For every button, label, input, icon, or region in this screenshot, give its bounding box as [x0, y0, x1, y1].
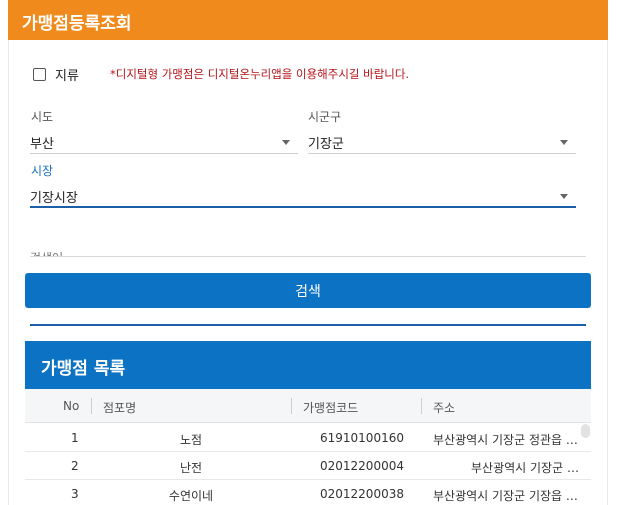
- paper-checkbox-label: 지류: [55, 68, 79, 84]
- page-title: 가맹점등록조회: [22, 14, 132, 34]
- cell-name: 수연이네: [168, 489, 214, 503]
- cell-name: 노점: [179, 433, 203, 447]
- col-name[interactable]: 점포명: [103, 399, 136, 416]
- paper-checkbox[interactable]: [33, 67, 46, 81]
- cell-no: 3: [71, 487, 79, 501]
- market-label: 시장: [31, 164, 54, 178]
- sido-label: 시도: [31, 110, 54, 124]
- store-list-title: 가맹점 목록: [41, 359, 126, 379]
- cell-code: 61910100160: [320, 431, 404, 445]
- col-divider: [291, 398, 292, 414]
- sido-select[interactable]: 부산: [30, 130, 298, 154]
- store-table: No 점포명 가맹점코드 주소 1 노점 61910100160 부산광역시 기…: [25, 389, 591, 505]
- digital-notice: *디지털형 가맹점은 디지털온누리앱을 이용해주시길 바랍니다.: [110, 67, 410, 81]
- search-button[interactable]: 검색: [25, 273, 591, 308]
- cell-name: 난전: [179, 461, 203, 475]
- cell-address: 부산광역시 기장군 기장읍 …: [433, 489, 578, 503]
- table-scrollbar[interactable]: [581, 424, 590, 438]
- market-select[interactable]: 기장시장: [30, 184, 576, 208]
- table-row[interactable]: 3 수연이네 02012200038 부산광역시 기장군 기장읍 …: [25, 480, 591, 505]
- cell-no: 1: [71, 431, 79, 445]
- col-code[interactable]: 가맹점코드: [303, 399, 358, 416]
- table-row[interactable]: 1 노점 61910100160 부산광역시 기장군 정관읍 …: [25, 424, 591, 452]
- cell-code: 02012200004: [320, 459, 404, 473]
- sido-value: 부산: [30, 137, 54, 152]
- store-list-header: 가맹점 목록: [25, 341, 591, 389]
- table-row[interactable]: 2 난전 02012200004 부산광역시 기장군 …: [25, 452, 591, 480]
- search-word-input[interactable]: 검색어: [30, 237, 586, 257]
- cell-address: 부산광역시 기장군 …: [471, 461, 579, 475]
- sigungu-value: 기장군: [308, 137, 344, 152]
- paper-voucher-filter[interactable]: 지류: [33, 64, 79, 84]
- divider: [30, 324, 586, 326]
- search-word-label: 검색어: [30, 249, 63, 256]
- chevron-down-icon: [560, 140, 568, 145]
- sigungu-label: 시군구: [308, 110, 342, 124]
- col-divider: [91, 398, 92, 414]
- table-header: No 점포명 가맹점코드 주소: [25, 389, 591, 423]
- sigungu-select[interactable]: 기장군: [308, 130, 576, 154]
- page-header: 가맹점등록조회: [8, 0, 608, 40]
- col-divider: [421, 398, 422, 414]
- chevron-down-icon: [282, 140, 290, 145]
- market-value: 기장시장: [30, 191, 78, 206]
- cell-address: 부산광역시 기장군 정관읍 …: [433, 433, 578, 447]
- cell-code: 02012200038: [320, 487, 404, 501]
- col-no[interactable]: No: [63, 399, 79, 413]
- col-address[interactable]: 주소: [433, 399, 455, 416]
- chevron-down-icon: [560, 194, 568, 199]
- cell-no: 2: [71, 459, 79, 473]
